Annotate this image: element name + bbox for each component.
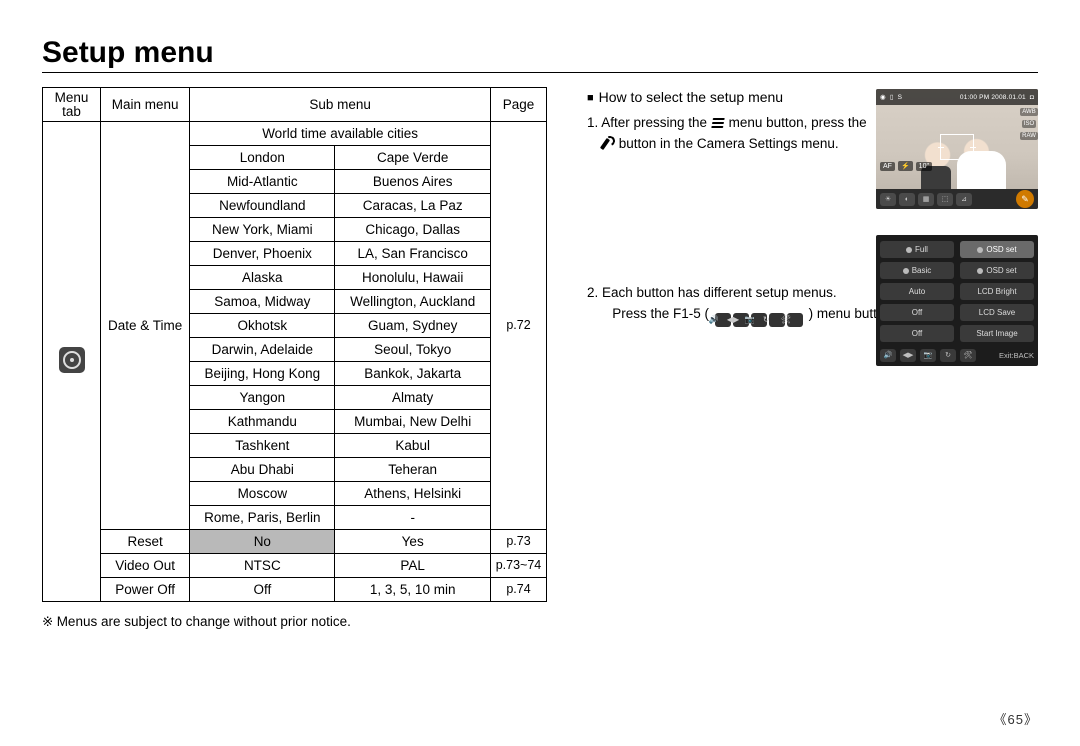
- th-page: Page: [490, 88, 546, 122]
- page-datetime: p.72: [490, 122, 546, 530]
- city-left: Kathmandu: [190, 410, 335, 434]
- submenu-opt: NTSC: [190, 554, 335, 578]
- city-left: New York, Miami: [190, 218, 335, 242]
- settings-cell: LCD Bright: [960, 283, 1034, 300]
- submenu-opt: Off: [190, 578, 335, 602]
- city-right: Teheran: [335, 458, 491, 482]
- submenu-opt: No: [190, 530, 335, 554]
- cam-bottom-button: ◐: [899, 193, 915, 206]
- city-left: Tashkent: [190, 434, 335, 458]
- settings-cell: Basic: [880, 262, 954, 279]
- submenu-opt: Yes: [335, 530, 491, 554]
- city-right: Bankok, Jakarta: [335, 362, 491, 386]
- settings-cell: OSD set: [960, 262, 1034, 279]
- city-right: Wellington, Auckland: [335, 290, 491, 314]
- city-left: Moscow: [190, 482, 335, 506]
- settings-footer-icon: ◀▶: [900, 349, 916, 362]
- city-left: Rome, Paris, Berlin: [190, 506, 335, 530]
- cam-side-badge: RAW: [1020, 132, 1038, 140]
- th-menutab: Menu tab: [43, 88, 101, 122]
- city-right: Buenos Aires: [335, 170, 491, 194]
- howto-step-2: 2. Each button has different setup menus…: [587, 283, 897, 327]
- mainmenu-item: Video Out: [101, 554, 190, 578]
- city-right: LA, San Francisco: [335, 242, 491, 266]
- cam-mid-box: 10'': [916, 162, 932, 171]
- worldtime-header: World time available cities: [190, 122, 491, 146]
- footnote: ※ Menus are subject to change without pr…: [42, 614, 547, 630]
- city-left: London: [190, 146, 335, 170]
- cam-mid-box: ⚡: [898, 161, 913, 171]
- city-left: Okhotsk: [190, 314, 335, 338]
- camera-preview: ◉▯S 01:00 PM 2008.01.01 ◘ AWBISORAW AF⚡1…: [876, 89, 1038, 209]
- cam-bottom-button: ⊿: [956, 193, 972, 206]
- city-left: Alaska: [190, 266, 335, 290]
- page-ref: p.73~74: [490, 554, 546, 578]
- city-right: Caracas, La Paz: [335, 194, 491, 218]
- settings-cell: Auto: [880, 283, 954, 300]
- page-number: 《65》: [994, 709, 1038, 728]
- settings-cell: OSD set: [960, 241, 1034, 258]
- settings-footer-icon: 🔊: [880, 349, 896, 362]
- city-right: Honolulu, Hawaii: [335, 266, 491, 290]
- settings-cell: Start Image: [960, 325, 1034, 342]
- menu-tab-setup: [43, 122, 101, 602]
- city-left: Abu Dhabi: [190, 458, 335, 482]
- city-left: Newfoundland: [190, 194, 335, 218]
- submenu-opt: 1, 3, 5, 10 min: [335, 578, 491, 602]
- gear-icon: [59, 347, 85, 373]
- city-right: Almaty: [335, 386, 491, 410]
- city-left: Denver, Phoenix: [190, 242, 335, 266]
- settings-panel: Full OSD set Basic OSD set Auto LCD Bright Off…: [876, 235, 1038, 366]
- city-right: Seoul, Tokyo: [335, 338, 491, 362]
- cam-bottom-button: ▦: [918, 193, 934, 206]
- mainmenu-datetime: Date & Time: [101, 122, 190, 530]
- settings-cell: Off: [880, 304, 954, 321]
- city-left: Samoa, Midway: [190, 290, 335, 314]
- f-buttons-icon: 🔊 ◀▶ 📷 ↻ 🛠: [715, 313, 803, 327]
- settings-footer-icon: ↻: [940, 349, 956, 362]
- page-title: Setup menu: [42, 36, 1038, 70]
- th-mainmenu: Main menu: [101, 88, 190, 122]
- city-right: -: [335, 506, 491, 530]
- wrench-icon: [601, 138, 615, 150]
- city-left: Beijing, Hong Kong: [190, 362, 335, 386]
- setup-menu-table: Menu tabMain menuSub menuPage Date & Time…: [42, 87, 547, 602]
- city-right: Mumbai, New Delhi: [335, 410, 491, 434]
- menu-icon: [711, 117, 725, 129]
- howto-step-1: 1. After pressing the menu button, press…: [587, 113, 887, 155]
- cam-side-badge: AWB: [1020, 108, 1037, 116]
- settings-cell: LCD Save: [960, 304, 1034, 321]
- cam-bottom-button: ⬚: [937, 193, 953, 206]
- title-rule: [42, 72, 1038, 73]
- city-right: Chicago, Dallas: [335, 218, 491, 242]
- cam-settings-highlight: ✎: [1016, 190, 1034, 208]
- city-right: Cape Verde: [335, 146, 491, 170]
- city-left: Darwin, Adelaide: [190, 338, 335, 362]
- city-left: Mid-Atlantic: [190, 170, 335, 194]
- city-right: Kabul: [335, 434, 491, 458]
- th-submenu: Sub menu: [190, 88, 491, 122]
- submenu-opt: PAL: [335, 554, 491, 578]
- city-right: Guam, Sydney: [335, 314, 491, 338]
- mainmenu-item: Reset: [101, 530, 190, 554]
- settings-footer-icon: 📷: [920, 349, 936, 362]
- settings-footer-icon: 🛠: [960, 349, 976, 362]
- cam-time: 01:00 PM 2008.01.01: [960, 94, 1026, 101]
- cam-mid-box: AF: [880, 162, 895, 171]
- settings-cell: Full: [880, 241, 954, 258]
- cam-bottom-button: ☀: [880, 193, 896, 206]
- city-right: Athens, Helsinki: [335, 482, 491, 506]
- settings-exit-label: Exit:BACK: [999, 351, 1034, 360]
- page-ref: p.73: [490, 530, 546, 554]
- city-left: Yangon: [190, 386, 335, 410]
- page-ref: p.74: [490, 578, 546, 602]
- mainmenu-item: Power Off: [101, 578, 190, 602]
- settings-cell: Off: [880, 325, 954, 342]
- cam-side-badge: ISO: [1022, 120, 1036, 128]
